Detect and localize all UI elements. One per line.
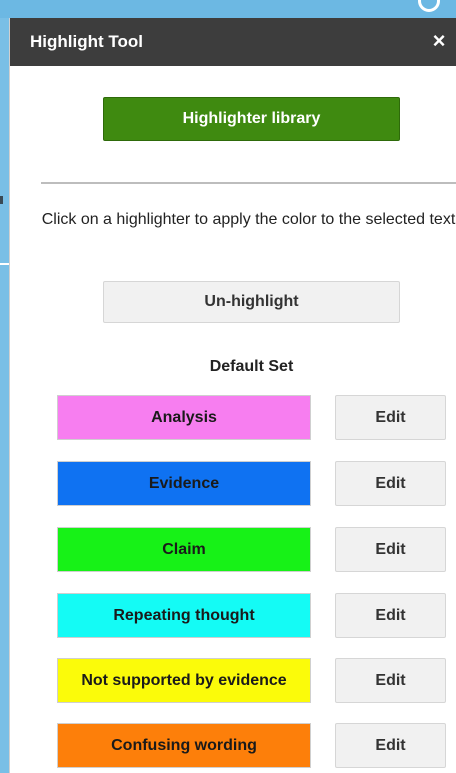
default-set-title: Default Set	[209, 358, 294, 375]
edit-repeating-thought-button[interactable]: Edit	[335, 593, 446, 638]
background-page-divider	[0, 263, 9, 265]
highlight-tool-panel: Highlight Tool × Highlighter library Cli…	[9, 18, 456, 773]
highlighter-row: Claim Edit	[10, 527, 456, 573]
screen: Highlight Tool × Highlighter library Cli…	[0, 0, 456, 773]
edit-analysis-button[interactable]: Edit	[335, 395, 446, 440]
highlighter-row: Not supported by evidence Edit	[10, 658, 456, 704]
background-page-edge	[0, 18, 9, 773]
instructions-text: Click on a highlighter to apply the colo…	[41, 211, 456, 228]
background-page-icon	[418, 0, 440, 12]
edit-evidence-button[interactable]: Edit	[335, 461, 446, 506]
section-divider	[41, 182, 456, 184]
highlighter-confusing-wording[interactable]: Confusing wording	[57, 723, 311, 768]
highlighter-row: Analysis Edit	[10, 395, 456, 441]
panel-header: Highlight Tool ×	[10, 18, 456, 66]
highlighter-evidence[interactable]: Evidence	[57, 461, 311, 506]
highlighter-library-button[interactable]: Highlighter library	[103, 97, 400, 141]
highlighter-row: Repeating thought Edit	[10, 593, 456, 639]
panel-title: Highlight Tool	[30, 32, 143, 51]
background-page-mark	[0, 196, 3, 204]
unhighlight-button[interactable]: Un-highlight	[103, 281, 400, 323]
edit-claim-button[interactable]: Edit	[335, 527, 446, 572]
highlighter-repeating-thought[interactable]: Repeating thought	[57, 593, 311, 638]
highlighter-row: Confusing wording Edit	[10, 723, 456, 769]
highlighter-not-supported[interactable]: Not supported by evidence	[57, 658, 311, 703]
highlighter-row: Evidence Edit	[10, 461, 456, 507]
highlighter-analysis[interactable]: Analysis	[57, 395, 311, 440]
edit-confusing-wording-button[interactable]: Edit	[335, 723, 446, 768]
edit-not-supported-button[interactable]: Edit	[335, 658, 446, 703]
close-icon[interactable]: ×	[426, 28, 452, 54]
highlighter-claim[interactable]: Claim	[57, 527, 311, 572]
background-page-strip	[0, 0, 456, 18]
